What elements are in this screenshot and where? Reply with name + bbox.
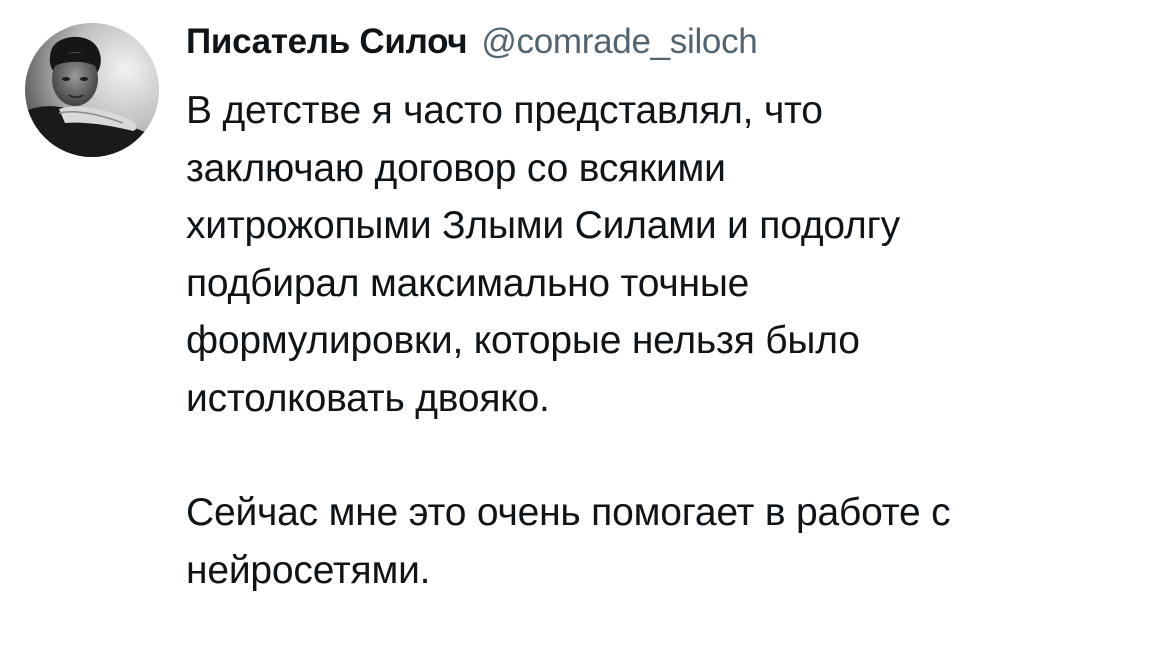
- tweet-paragraph-1: В детстве я часто представлял, что заклю…: [186, 89, 900, 420]
- tweet: Писатель Силоч @comrade_siloch В детстве…: [0, 0, 1170, 654]
- tweet-text: В детстве я часто представлял, что заклю…: [186, 82, 1146, 599]
- author-handle[interactable]: @comrade_siloch: [481, 22, 757, 62]
- author-avatar[interactable]: [25, 23, 159, 157]
- author-display-name[interactable]: Писатель Силоч: [186, 22, 468, 62]
- profile-photo-icon: [25, 23, 159, 157]
- tweet-paragraph-2: Сейчас мне это очень помогает в работе с…: [186, 491, 951, 592]
- tweet-header: Писатель Силоч @comrade_siloch: [186, 22, 758, 68]
